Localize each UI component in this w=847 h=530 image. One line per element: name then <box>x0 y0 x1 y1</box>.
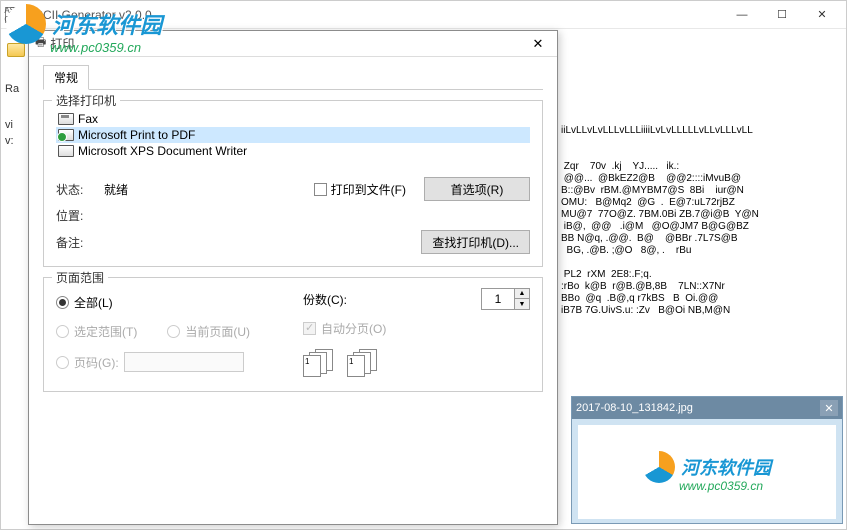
minimize-button[interactable]: — <box>722 2 762 28</box>
thumbnail-titlebar: 2017-08-10_131842.jpg ✕ <box>572 397 842 419</box>
collate-checkbox: ✓ 自动分页(O) <box>303 320 530 337</box>
printer-item-fax[interactable]: Fax <box>56 111 530 127</box>
group-select-printer: 选择打印机 Fax Microsoft Print to PDF Microso… <box>43 100 543 267</box>
range-current-label: 当前页面(U) <box>185 323 250 340</box>
fax-icon <box>58 113 74 125</box>
printer-icon: 🖶 <box>35 33 46 54</box>
range-all-label: 全部(L) <box>74 294 113 311</box>
print-dialog: 🖶 打印 ✕ 常规 选择打印机 Fax Microsoft Print to P… <box>28 30 558 525</box>
range-all-radio[interactable]: 全部(L) <box>56 294 283 311</box>
main-titlebar: ASC GEN ASCII Generator v2.0.0 — ☐ ✕ <box>1 1 846 29</box>
thumbnail-close-button[interactable]: ✕ <box>820 400 838 416</box>
status-label: 状态: <box>56 181 104 198</box>
collate-illustration: 1 2 3 1 2 3 <box>303 349 530 379</box>
open-folder-icon[interactable] <box>7 43 25 57</box>
pages-input <box>124 352 244 372</box>
checkbox-icon: ✓ <box>303 322 316 335</box>
printer-label: Microsoft XPS Document Writer <box>78 144 247 158</box>
copies-input[interactable] <box>482 289 514 309</box>
copies-label: 份数(C): <box>303 291 347 308</box>
group-select-printer-legend: 选择打印机 <box>52 92 120 109</box>
preferences-button[interactable]: 首选项(R) <box>424 177 530 201</box>
range-pages-radio: 页码(G): <box>56 352 283 372</box>
printer-item-xps[interactable]: Microsoft XPS Document Writer <box>56 143 530 159</box>
location-label: 位置: <box>56 207 104 224</box>
printer-label: Microsoft Print to PDF <box>78 128 195 142</box>
thumbnail-body: 河东软件园 www.pc0359.cn <box>578 425 836 519</box>
printer-item-pdf[interactable]: Microsoft Print to PDF <box>56 127 530 143</box>
range-pages-label: 页码(G): <box>74 354 119 371</box>
dialog-titlebar: 🖶 打印 ✕ <box>29 31 557 57</box>
find-printer-button[interactable]: 查找打印机(D)... <box>421 230 530 254</box>
maximize-button[interactable]: ☐ <box>762 2 802 28</box>
main-window-title: ASCII Generator v2.0.0 <box>27 8 722 22</box>
radio-icon <box>167 325 180 338</box>
pdf-printer-icon <box>58 129 74 141</box>
spin-up-button[interactable]: ▲ <box>515 289 529 299</box>
group-page-range-legend: 页面范围 <box>52 269 108 286</box>
copies-spinner[interactable]: ▲ ▼ <box>481 288 530 310</box>
range-selection-label: 选定范围(T) <box>74 323 137 340</box>
checkbox-icon <box>314 183 327 196</box>
printer-list[interactable]: Fax Microsoft Print to PDF Microsoft XPS… <box>56 111 530 159</box>
app-icon: ASC GEN <box>5 7 21 23</box>
print-to-file-checkbox[interactable]: 打印到文件(F) <box>314 181 406 198</box>
status-value: 就绪 <box>104 181 314 198</box>
radio-icon <box>56 296 69 309</box>
thumbnail-preview-window: 2017-08-10_131842.jpg ✕ 河东软件园 www.pc0359… <box>571 396 843 524</box>
spin-down-button[interactable]: ▼ <box>515 299 529 309</box>
comment-label: 备注: <box>56 234 104 251</box>
group-page-range: 页面范围 全部(L) 选定范围(T) 当前页面(U) <box>43 277 543 392</box>
watermark-brand: 河东软件园 <box>681 454 771 480</box>
dialog-title: 打印 <box>50 35 74 52</box>
close-button[interactable]: ✕ <box>802 2 842 28</box>
thumbnail-filename: 2017-08-10_131842.jpg <box>576 402 693 414</box>
print-to-file-label: 打印到文件(F) <box>331 181 406 198</box>
watermark-url: www.pc0359.cn <box>679 479 771 493</box>
radio-icon <box>56 325 69 338</box>
xps-printer-icon <box>58 145 74 157</box>
tab-strip: 常规 <box>43 65 543 90</box>
dialog-close-button[interactable]: ✕ <box>525 34 551 54</box>
range-selection-radio: 选定范围(T) <box>56 323 137 340</box>
tab-general[interactable]: 常规 <box>43 65 89 90</box>
collate-label: 自动分页(O) <box>321 320 386 337</box>
radio-icon <box>56 356 69 369</box>
watermark-logo-icon <box>643 451 675 483</box>
printer-label: Fax <box>78 112 98 126</box>
range-current-radio: 当前页面(U) <box>167 323 250 340</box>
